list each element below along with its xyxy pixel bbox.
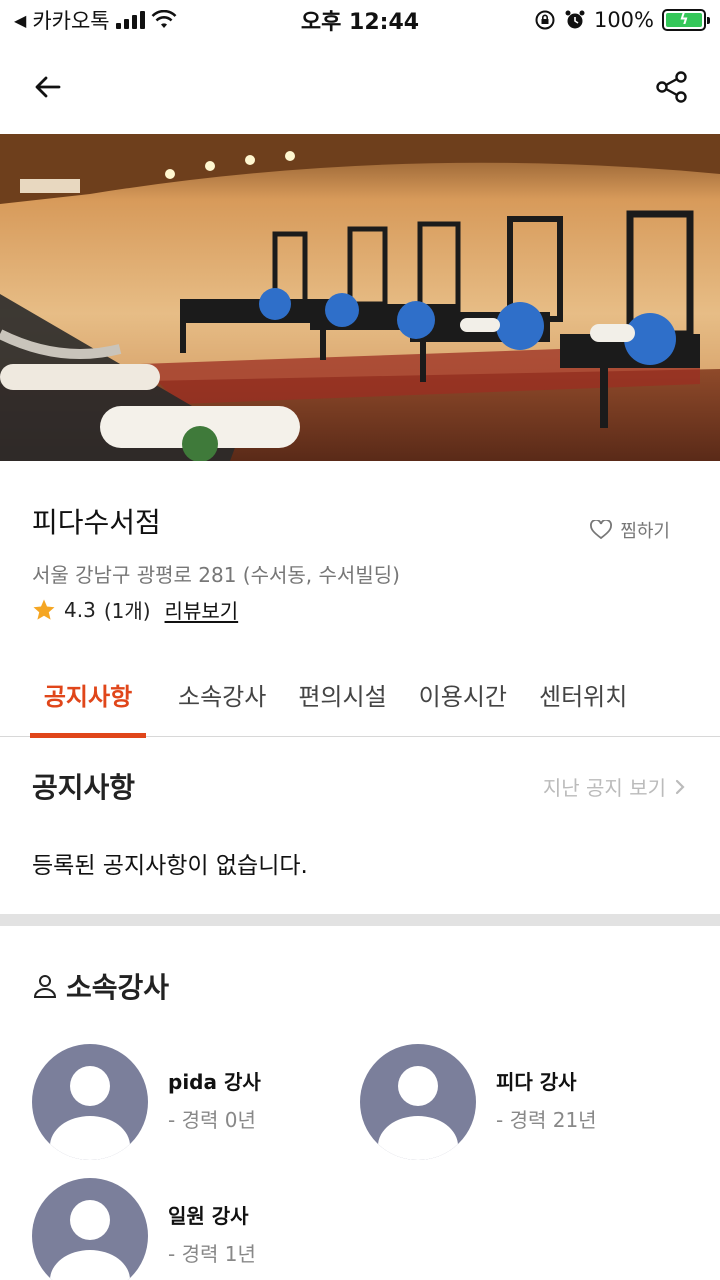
tab-location[interactable]: 센터위치 xyxy=(539,651,627,737)
back-to-app-icon[interactable]: ◀ xyxy=(14,11,26,30)
instructor-career: - 경력 0년 xyxy=(168,1108,256,1132)
rating-value: 4.3 xyxy=(64,597,96,622)
section-divider xyxy=(0,914,720,926)
center-photo xyxy=(0,134,720,461)
carrier-label: 카카오톡 xyxy=(32,9,110,33)
battery-percent: 100% xyxy=(593,8,654,32)
favorite-button[interactable]: 찜하기 xyxy=(590,517,670,543)
back-button[interactable] xyxy=(28,67,68,107)
status-bar: ◀ 카카오톡 오후 12:44 100% ϟ xyxy=(0,0,720,40)
tab-instructors[interactable]: 소속강사 xyxy=(178,651,266,737)
wifi-icon xyxy=(151,10,177,28)
center-address: 서울 강남구 광평로 281 (수서동, 수서빌딩) xyxy=(32,563,400,587)
avatar xyxy=(360,1044,476,1160)
share-icon xyxy=(656,71,687,103)
instructor-name: 일원 강사 xyxy=(168,1204,249,1228)
pilates-studio-illustration xyxy=(0,134,720,461)
tab-facilities[interactable]: 편의시설 xyxy=(298,651,386,737)
past-notices-label: 지난 공지 보기 xyxy=(542,776,666,800)
instructor-card[interactable]: 피다 강사 - 경력 21년 xyxy=(360,1044,690,1164)
notice-section-title: 공지사항 xyxy=(32,771,136,804)
battery-icon: ϟ xyxy=(662,9,710,31)
review-count: (1개) xyxy=(103,599,151,623)
share-button[interactable] xyxy=(652,67,692,107)
instructor-career: - 경력 21년 xyxy=(496,1108,597,1132)
person-icon xyxy=(33,975,57,998)
instructor-name: pida 강사 xyxy=(168,1070,261,1094)
center-name: 피다수서점 xyxy=(32,506,161,539)
arrow-left-icon xyxy=(35,76,61,98)
signal-icon xyxy=(115,11,145,29)
avatar xyxy=(32,1178,148,1280)
alarm-icon xyxy=(565,10,585,29)
heart-icon xyxy=(590,520,613,540)
instructors-title-label: 소속강사 xyxy=(66,971,170,1004)
review-link[interactable]: 리뷰보기 xyxy=(165,595,239,624)
rating-row: 4.3 (1개) 리뷰보기 xyxy=(32,595,238,624)
tab-notice[interactable]: 공지사항 xyxy=(30,651,146,738)
section-tabs: 공지사항 소속강사 편의시설 이용시간 센터위치 xyxy=(0,651,720,738)
chevron-right-icon xyxy=(675,779,685,794)
past-notices-link[interactable]: 지난 공지 보기 xyxy=(543,772,686,801)
instructor-card[interactable]: 일원 강사 - 경력 1년 xyxy=(32,1178,362,1280)
notice-empty-message: 등록된 공지사항이 없습니다. xyxy=(32,853,308,879)
favorite-label: 찜하기 xyxy=(620,521,670,542)
rotation-lock-icon xyxy=(535,10,555,30)
instructor-name: 피다 강사 xyxy=(496,1070,577,1094)
instructor-career: - 경력 1년 xyxy=(168,1242,256,1266)
avatar xyxy=(32,1044,148,1160)
star-icon xyxy=(33,599,55,620)
status-time: 오후 12:44 xyxy=(300,10,420,35)
instructor-card[interactable]: pida 강사 - 경력 0년 xyxy=(32,1044,362,1164)
tab-hours[interactable]: 이용시간 xyxy=(419,651,507,737)
instructors-section-title: 소속강사 xyxy=(32,966,169,1006)
center-info: 피다수서점 찜하기 서울 강남구 광평로 281 (수서동, 수서빌딩) 4.3… xyxy=(0,461,720,651)
top-app-bar xyxy=(0,40,720,134)
